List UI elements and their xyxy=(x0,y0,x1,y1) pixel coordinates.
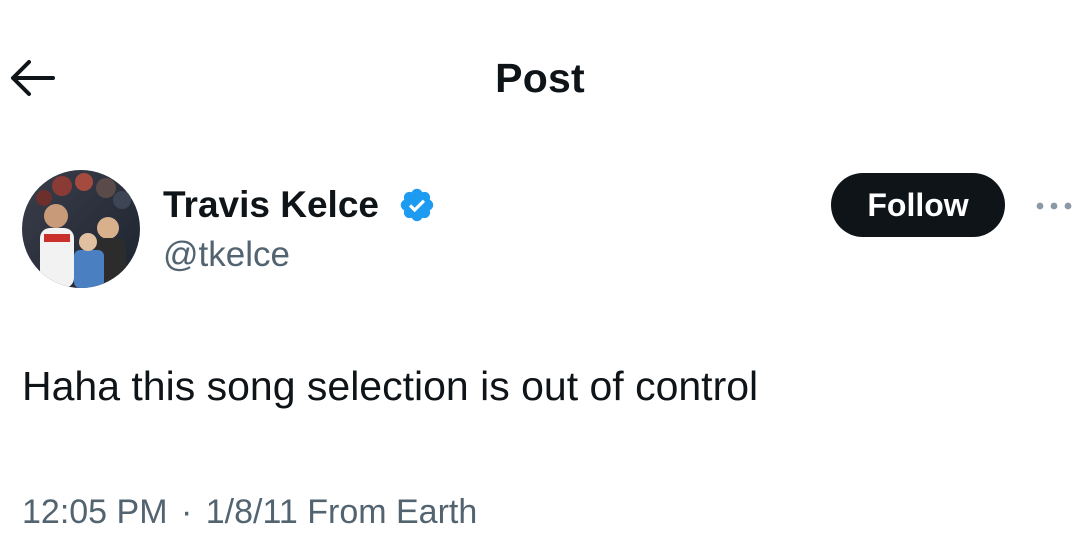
meta-separator: · xyxy=(180,493,193,531)
post-screen: Post Travis Kelce @tkelce Follow Haha th… xyxy=(0,0,1080,546)
post-text: Haha this song selection is out of contr… xyxy=(22,363,759,409)
post-meta: 12:05 PM · 1/8/11 From Earth xyxy=(22,490,477,534)
verified-badge-icon xyxy=(400,188,434,222)
follow-button[interactable]: Follow xyxy=(831,173,1005,237)
post-source: From Earth xyxy=(307,493,478,531)
page-title: Post xyxy=(495,55,585,101)
post-date[interactable]: 1/8/11 xyxy=(206,493,298,531)
author-name[interactable]: Travis Kelce xyxy=(163,183,379,227)
post-time[interactable]: 12:05 PM xyxy=(22,493,168,531)
author-handle[interactable]: @tkelce xyxy=(163,234,290,276)
avatar[interactable] xyxy=(22,170,140,288)
avatar-photo xyxy=(22,170,140,288)
more-button[interactable] xyxy=(1032,188,1076,224)
more-horizontal-icon xyxy=(1036,202,1072,210)
